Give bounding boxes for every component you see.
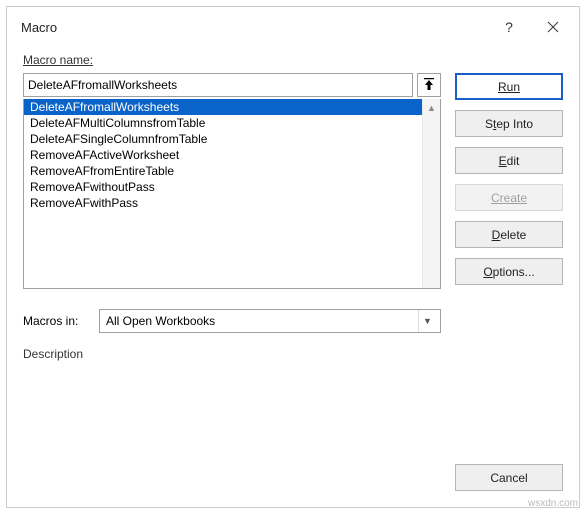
watermark: wsxdn.com [528,498,578,509]
button-column: Run Step Into Edit Create Delete Options… [455,53,563,448]
list-item[interactable]: RemoveAFwithoutPass [24,179,422,195]
macro-name-nav-button[interactable] [417,73,441,97]
list-item[interactable]: DeleteAFfromallWorksheets [24,99,422,115]
run-button[interactable]: Run [455,73,563,100]
list-item[interactable]: DeleteAFSingleColumnfromTable [24,131,422,147]
step-into-button[interactable]: Step Into [455,110,563,137]
list-item[interactable]: RemoveAFActiveWorksheet [24,147,422,163]
delete-button[interactable]: Delete [455,221,563,248]
macro-dialog: Macro ? Macro name: DeleteAFfromallWorks… [6,6,580,508]
cancel-button[interactable]: Cancel [455,464,563,491]
titlebar: Macro ? [7,7,579,47]
list-item[interactable]: RemoveAFwithPass [24,195,422,211]
macros-in-value: All Open Workbooks [106,314,215,328]
macro-name-row [23,73,441,97]
edit-button[interactable]: Edit [455,147,563,174]
options-button[interactable]: Options... [455,258,563,285]
dialog-title: Macro [21,20,487,35]
list-item[interactable]: DeleteAFMultiColumnsfromTable [24,115,422,131]
macro-name-label: Macro name: [23,53,441,67]
dialog-body: Macro name: DeleteAFfromallWorksheetsDel… [7,47,579,464]
close-button[interactable] [531,11,575,43]
scroll-up-icon[interactable]: ▲ [423,99,440,117]
close-icon [547,21,559,33]
left-panel: Macro name: DeleteAFfromallWorksheetsDel… [23,53,441,448]
help-button[interactable]: ? [487,11,531,43]
dialog-footer: Cancel [7,464,579,507]
macros-in-select[interactable]: All Open Workbooks ▼ [99,309,441,333]
list-item[interactable]: RemoveAFfromEntireTable [24,163,422,179]
arrow-up-icon [423,78,435,92]
macro-list[interactable]: DeleteAFfromallWorksheetsDeleteAFMultiCo… [23,99,441,289]
create-button: Create [455,184,563,211]
description-label: Description [23,347,441,361]
chevron-down-icon: ▼ [418,310,436,332]
scrollbar[interactable]: ▲ [422,99,440,288]
macros-in-label: Macros in: [23,314,89,328]
macro-list-items: DeleteAFfromallWorksheetsDeleteAFMultiCo… [24,99,422,288]
macros-in-row: Macros in: All Open Workbooks ▼ [23,309,441,333]
macro-name-input[interactable] [23,73,413,97]
